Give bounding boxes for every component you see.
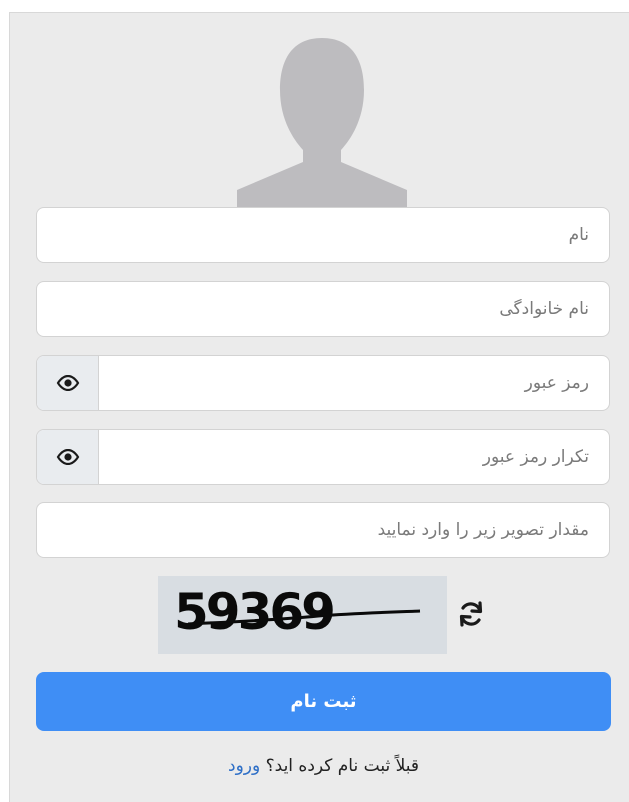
captcha-field[interactable] [36,502,610,558]
user-avatar-icon [237,38,407,208]
confirm-password-toggle-button[interactable] [37,430,99,484]
captcha-image: 59369 [158,576,447,654]
captcha-refresh-button[interactable] [452,595,490,633]
eye-icon [56,449,79,465]
confirm-password-input[interactable] [99,430,609,484]
password-toggle-button[interactable] [37,356,99,410]
password-field[interactable] [36,355,610,411]
captcha-input[interactable] [37,503,609,557]
register-submit-button[interactable]: ثبت نام [36,672,611,731]
last-name-field[interactable] [36,281,610,337]
captcha-strike-line [187,609,421,626]
last-name-input[interactable] [37,282,609,336]
login-prompt-text: قبلاً ثبت نام کرده اید؟ [265,756,419,776]
confirm-password-field[interactable] [36,429,610,485]
refresh-icon [459,601,483,627]
first-name-field[interactable] [36,207,610,263]
login-prompt: قبلاً ثبت نام کرده اید؟ ورود [36,756,611,776]
login-link[interactable]: ورود [228,756,260,776]
first-name-input[interactable] [37,208,609,262]
eye-icon [56,375,79,391]
password-input[interactable] [99,356,609,410]
